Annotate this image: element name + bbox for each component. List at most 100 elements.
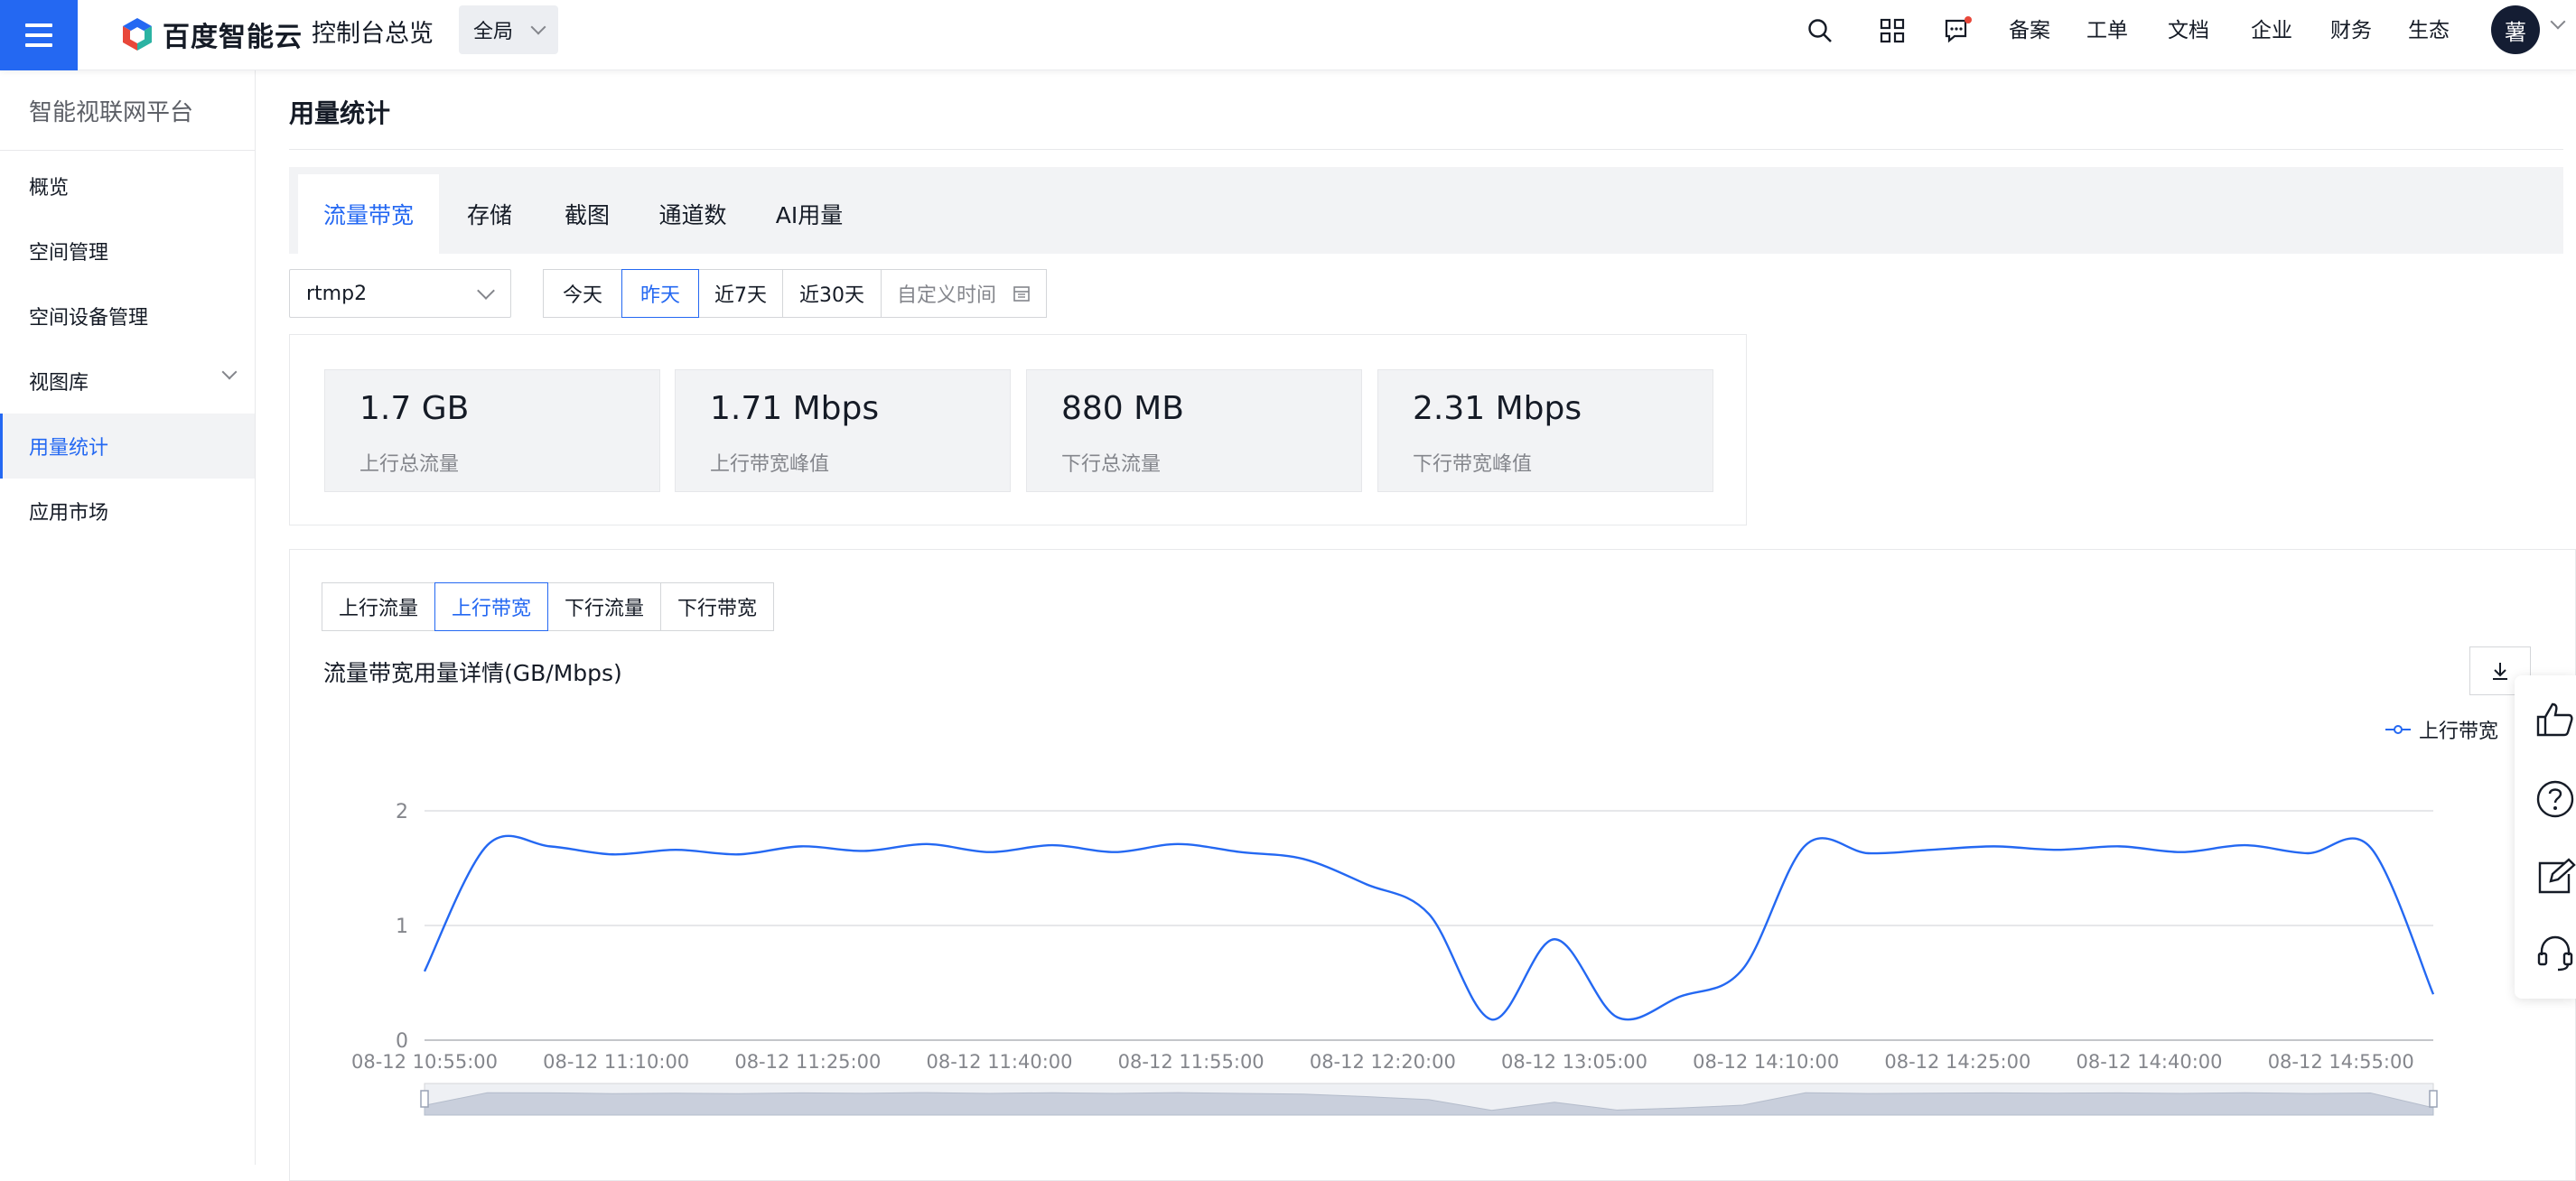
y-tick-label: 1 bbox=[396, 916, 408, 938]
nav-finance[interactable]: 财务 bbox=[2330, 14, 2372, 47]
nav-enterprise[interactable]: 企业 bbox=[2251, 14, 2292, 47]
sidebar-item-label: 空间设备管理 bbox=[29, 307, 149, 330]
stat-label: 上行带宽峰值 bbox=[710, 453, 830, 476]
time-7days-button[interactable]: 近7天 bbox=[698, 269, 783, 318]
sidebar-item-label: 空间管理 bbox=[29, 242, 109, 265]
metric-download-bandwidth-button[interactable]: 下行带宽 bbox=[660, 582, 774, 631]
series-line-upload-bandwidth bbox=[423, 834, 2435, 1021]
stream-select[interactable]: rtmp2 bbox=[289, 269, 511, 318]
brand-name: 百度智能云 bbox=[163, 22, 303, 53]
chart-title: 流量带宽用量详情(GB/Mbps) bbox=[323, 660, 622, 686]
x-tick-label: 08-12 11:10:00 bbox=[543, 1051, 689, 1073]
custom-time-placeholder: 自定义时间 bbox=[896, 284, 996, 307]
time-yesterday-button[interactable]: 昨天 bbox=[621, 269, 699, 318]
sidebar: 智能视联网平台 概览 空间管理 空间设备管理 视图库 用量统计 应用市场 bbox=[0, 70, 256, 1165]
divider bbox=[0, 150, 255, 151]
sidebar-item-overview[interactable]: 概览 bbox=[0, 153, 255, 219]
stat-card-download-total: 880 MB 下行总流量 bbox=[1026, 369, 1362, 492]
nav-docs[interactable]: 文档 bbox=[2168, 14, 2209, 47]
region-value: 全局 bbox=[473, 21, 514, 43]
divider bbox=[289, 149, 2563, 150]
sidebar-title: 智能视联网平台 bbox=[29, 99, 194, 126]
help-icon[interactable] bbox=[2534, 778, 2576, 820]
stat-label: 下行带宽峰值 bbox=[1413, 453, 1533, 476]
tab-channels[interactable]: 通道数 bbox=[634, 174, 751, 254]
chevron-down-icon bbox=[221, 364, 238, 380]
stat-label: 上行总流量 bbox=[359, 453, 460, 476]
stat-value: 2.31 Mbps bbox=[1413, 390, 1582, 427]
usage-tabs: 流量带宽 存储 截图 通道数 AI用量 bbox=[289, 167, 2563, 254]
stat-card-upload-total: 1.7 GB 上行总流量 bbox=[324, 369, 660, 492]
region-select[interactable]: 全局 bbox=[459, 5, 558, 54]
customer-service-icon[interactable] bbox=[2534, 932, 2576, 973]
avatar[interactable]: 薯 bbox=[2491, 5, 2540, 54]
thumbs-up-icon[interactable] bbox=[2534, 699, 2576, 740]
sidebar-item-usage-stats[interactable]: 用量统计 bbox=[0, 414, 255, 479]
search-icon[interactable] bbox=[1802, 13, 1838, 49]
metric-toggle-group: 上行流量 上行带宽 下行流量 下行带宽 bbox=[322, 582, 774, 631]
message-icon[interactable] bbox=[1939, 13, 1975, 49]
page-title: 用量统计 bbox=[289, 98, 391, 128]
chevron-down-icon[interactable] bbox=[2550, 14, 2566, 30]
sidebar-item-label: 概览 bbox=[29, 177, 70, 200]
x-tick-label: 08-12 11:55:00 bbox=[1118, 1051, 1265, 1073]
x-tick-label: 08-12 11:25:00 bbox=[734, 1051, 881, 1073]
metric-download-traffic-button[interactable]: 下行流量 bbox=[547, 582, 661, 631]
x-tick-label: 08-12 14:10:00 bbox=[1693, 1051, 1839, 1073]
floating-toolbar bbox=[2515, 675, 2576, 999]
y-tick-label: 2 bbox=[396, 801, 408, 823]
sidebar-item-space-management[interactable]: 空间管理 bbox=[0, 219, 255, 284]
usage-line-chart[interactable]: 0 1 2 08-12 10:55:00 08-12 11:10:00 08-12 11:… bbox=[343, 776, 2457, 1120]
console-overview-link[interactable]: 控制台总览 bbox=[312, 14, 434, 54]
nav-ecosystem[interactable]: 生态 bbox=[2408, 14, 2450, 47]
stat-card-upload-peak: 1.71 Mbps 上行带宽峰值 bbox=[675, 369, 1011, 492]
zoom-handle-left[interactable] bbox=[420, 1090, 429, 1108]
stats-panel: 1.7 GB 上行总流量 1.71 Mbps 上行带宽峰值 880 MB 下行总… bbox=[289, 334, 1747, 525]
tab-screenshot[interactable]: 截图 bbox=[540, 174, 634, 254]
metric-upload-traffic-button[interactable]: 上行流量 bbox=[322, 582, 435, 631]
zoom-handle-right[interactable] bbox=[2429, 1090, 2438, 1108]
stat-value: 1.71 Mbps bbox=[710, 390, 880, 427]
legend-label: 上行带宽 bbox=[2419, 721, 2499, 743]
chart-legend[interactable]: 上行带宽 bbox=[2385, 715, 2498, 744]
stat-card-download-peak: 2.31 Mbps 下行带宽峰值 bbox=[1377, 369, 1713, 492]
x-tick-label: 08-12 11:40:00 bbox=[927, 1051, 1073, 1073]
tab-ai-usage[interactable]: AI用量 bbox=[751, 174, 867, 254]
stream-select-value: rtmp2 bbox=[306, 282, 368, 305]
menu-icon[interactable] bbox=[0, 0, 78, 70]
time-30days-button[interactable]: 近30天 bbox=[782, 269, 882, 318]
y-tick-label: 0 bbox=[396, 1030, 408, 1053]
tab-traffic-bandwidth[interactable]: 流量带宽 bbox=[298, 174, 439, 254]
x-tick-label: 08-12 10:55:00 bbox=[351, 1051, 498, 1073]
time-today-button[interactable]: 今天 bbox=[543, 269, 622, 318]
sidebar-item-label: 视图库 bbox=[29, 372, 89, 395]
brand-logo[interactable]: 百度智能云 bbox=[119, 13, 303, 56]
x-tick-label: 08-12 14:40:00 bbox=[2077, 1051, 2223, 1073]
calendar-icon bbox=[1013, 286, 1030, 302]
stat-label: 下行总流量 bbox=[1061, 453, 1162, 476]
stat-value: 1.7 GB bbox=[359, 390, 470, 427]
cube-logo-icon bbox=[123, 18, 152, 51]
custom-time-picker[interactable]: 自定义时间 bbox=[881, 269, 1047, 318]
sidebar-item-label: 用量统计 bbox=[29, 437, 109, 460]
sidebar-item-view-library[interactable]: 视图库 bbox=[0, 349, 255, 414]
chevron-down-icon bbox=[477, 282, 495, 300]
stat-value: 880 MB bbox=[1061, 390, 1184, 427]
sidebar-item-label: 应用市场 bbox=[29, 502, 109, 525]
tab-storage[interactable]: 存储 bbox=[439, 174, 540, 254]
nav-ticket[interactable]: 工单 bbox=[2086, 14, 2128, 47]
time-range-group: 今天 昨天 近7天 近30天 自定义时间 bbox=[543, 269, 1047, 318]
legend-line-marker-icon bbox=[2385, 725, 2411, 734]
x-tick-label: 08-12 13:05:00 bbox=[1501, 1051, 1647, 1073]
nav-filing[interactable]: 备案 bbox=[2009, 14, 2050, 47]
x-tick-label: 08-12 14:55:00 bbox=[2268, 1051, 2414, 1073]
chevron-down-icon bbox=[530, 19, 546, 35]
top-header: 百度智能云 控制台总览 全局 备案 工单 文档 企业 财务 生态 薯 bbox=[0, 0, 2576, 70]
apps-icon[interactable] bbox=[1874, 13, 1910, 49]
x-tick-label: 08-12 12:20:00 bbox=[1310, 1051, 1456, 1073]
download-icon bbox=[2493, 663, 2507, 680]
sidebar-item-device-management[interactable]: 空间设备管理 bbox=[0, 284, 255, 349]
sidebar-item-app-market[interactable]: 应用市场 bbox=[0, 479, 255, 544]
feedback-edit-icon[interactable] bbox=[2534, 856, 2576, 897]
metric-upload-bandwidth-button[interactable]: 上行带宽 bbox=[434, 582, 548, 631]
